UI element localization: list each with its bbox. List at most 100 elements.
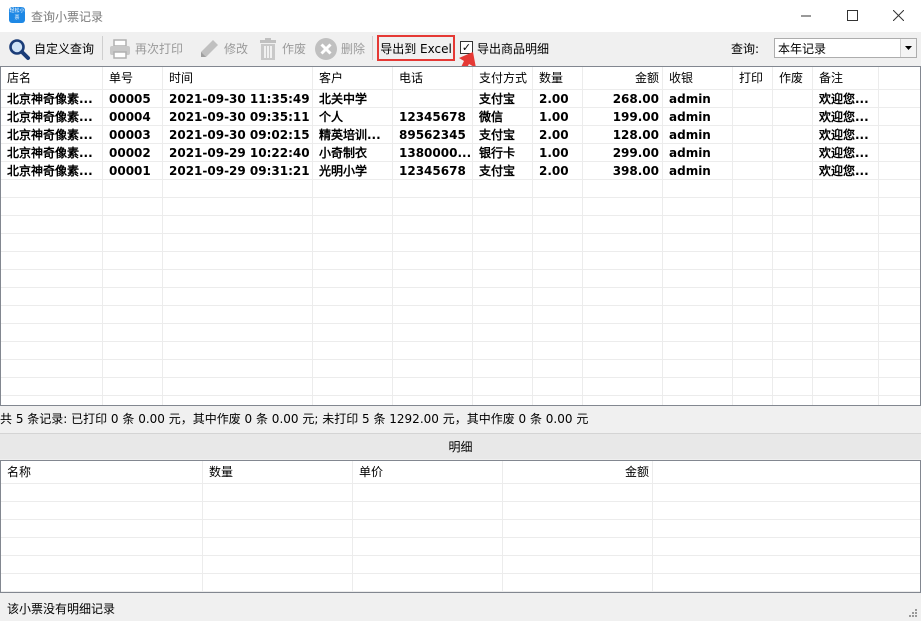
table-cell[interactable]: 00001 bbox=[103, 162, 163, 180]
table-cell[interactable]: 2.00 bbox=[533, 162, 583, 180]
table-cell[interactable]: 北京神奇像素... bbox=[1, 144, 103, 162]
dropdown-arrow-button[interactable] bbox=[900, 39, 916, 57]
column-header[interactable]: 电话 bbox=[393, 67, 473, 89]
resize-grip-icon[interactable] bbox=[906, 606, 918, 618]
table-cell[interactable]: 199.00 bbox=[583, 108, 663, 126]
table-cell[interactable]: 银行卡 bbox=[473, 144, 533, 162]
edit-label: 修改 bbox=[224, 42, 249, 56]
table-cell[interactable]: 北京神奇像素... bbox=[1, 90, 103, 108]
column-header[interactable]: 数量 bbox=[533, 67, 583, 89]
table-cell[interactable]: 光明小学 bbox=[313, 162, 393, 180]
table-cell[interactable]: 支付宝 bbox=[473, 162, 533, 180]
table-cell[interactable]: 欢迎您... bbox=[813, 126, 879, 144]
close-button[interactable] bbox=[875, 0, 921, 31]
table-cell[interactable]: admin bbox=[663, 126, 733, 144]
table-cell[interactable]: 268.00 bbox=[583, 90, 663, 108]
column-header[interactable]: 备注 bbox=[813, 67, 879, 89]
query-dropdown[interactable]: 本年记录 bbox=[774, 38, 917, 58]
column-header[interactable]: 金额 bbox=[583, 67, 663, 89]
column-header[interactable]: 打印 bbox=[733, 67, 773, 89]
table-cell[interactable] bbox=[733, 162, 773, 180]
table-cell[interactable]: 128.00 bbox=[583, 126, 663, 144]
void-button[interactable]: 作废 bbox=[257, 35, 306, 62]
table-cell[interactable] bbox=[733, 126, 773, 144]
table-cell[interactable]: 12345678 bbox=[393, 162, 473, 180]
table-cell[interactable] bbox=[733, 108, 773, 126]
table-cell[interactable]: 支付宝 bbox=[473, 90, 533, 108]
table-cell[interactable]: 2021-09-29 09:31:21 bbox=[163, 162, 313, 180]
row-divider bbox=[1, 573, 920, 574]
table-cell[interactable] bbox=[773, 162, 813, 180]
maximize-button[interactable] bbox=[829, 0, 875, 31]
table-cell[interactable]: 欢迎您... bbox=[813, 90, 879, 108]
column-header[interactable]: 单号 bbox=[103, 67, 163, 89]
toolbar-divider bbox=[372, 36, 373, 60]
row-divider bbox=[1, 555, 920, 556]
window-title: 查询小票记录 bbox=[31, 10, 104, 24]
table-cell[interactable]: 12345678 bbox=[393, 108, 473, 126]
pencil-icon bbox=[201, 39, 218, 57]
table-cell[interactable]: 1.00 bbox=[533, 144, 583, 162]
table-cell[interactable]: 299.00 bbox=[583, 144, 663, 162]
table-cell[interactable] bbox=[773, 108, 813, 126]
table-cell[interactable]: 小奇制衣 bbox=[313, 144, 393, 162]
column-header[interactable]: 单价 bbox=[353, 461, 503, 483]
table-cell[interactable]: 个人 bbox=[313, 108, 393, 126]
table-cell[interactable]: 北关中学 bbox=[313, 90, 393, 108]
query-label: 查询: bbox=[731, 42, 760, 56]
table-cell[interactable]: 2021-09-30 11:35:49 bbox=[163, 90, 313, 108]
column-header[interactable]: 收银 bbox=[663, 67, 733, 89]
receipts-table[interactable]: 店名 单号 时间 客户 电话 支付方式 数量 金额 收银 打印 作废 备注 北京神奇像素... 00005… bbox=[0, 66, 921, 406]
column-header[interactable]: 时间 bbox=[163, 67, 313, 89]
table-cell[interactable]: 支付宝 bbox=[473, 126, 533, 144]
table-cell[interactable] bbox=[773, 144, 813, 162]
table-cell[interactable]: 1380000... bbox=[393, 144, 473, 162]
table-cell[interactable]: 2021-09-30 09:35:11 bbox=[163, 108, 313, 126]
table-cell[interactable]: admin bbox=[663, 90, 733, 108]
column-header[interactable]: 支付方式 bbox=[473, 67, 533, 89]
table-cell[interactable]: admin bbox=[663, 162, 733, 180]
table-cell[interactable]: 欢迎您... bbox=[813, 162, 879, 180]
table-cell[interactable]: 北京神奇像素... bbox=[1, 162, 103, 180]
table-cell[interactable]: 89562345 bbox=[393, 126, 473, 144]
table-cell[interactable]: 398.00 bbox=[583, 162, 663, 180]
table-cell[interactable]: 2.00 bbox=[533, 126, 583, 144]
table-cell[interactable] bbox=[773, 90, 813, 108]
table-cell[interactable]: 00005 bbox=[103, 90, 163, 108]
table-cell[interactable]: 1.00 bbox=[533, 108, 583, 126]
edit-button[interactable]: 修改 bbox=[197, 35, 248, 62]
column-header[interactable]: 数量 bbox=[203, 461, 353, 483]
table-cell[interactable]: 00004 bbox=[103, 108, 163, 126]
table-cell[interactable] bbox=[733, 144, 773, 162]
minimize-button[interactable] bbox=[783, 0, 829, 31]
reprint-button[interactable]: 再次打印 bbox=[108, 35, 183, 62]
column-header[interactable]: 金额 bbox=[503, 461, 653, 483]
table-cell[interactable] bbox=[393, 90, 473, 108]
export-excel-button[interactable]: 导出到 Excel bbox=[377, 35, 455, 61]
table-cell[interactable]: admin bbox=[663, 108, 733, 126]
table-cell[interactable]: 2021-09-29 10:22:40 bbox=[163, 144, 313, 162]
table-cell[interactable]: 00003 bbox=[103, 126, 163, 144]
table-cell[interactable]: 欢迎您... bbox=[813, 144, 879, 162]
table-cell[interactable]: 欢迎您... bbox=[813, 108, 879, 126]
table-cell[interactable]: 北京神奇像素... bbox=[1, 126, 103, 144]
table-cell[interactable]: 北京神奇像素... bbox=[1, 108, 103, 126]
column-header[interactable]: 店名 bbox=[1, 67, 103, 89]
table-cell[interactable]: 2.00 bbox=[533, 90, 583, 108]
table-cell[interactable]: 2021-09-30 09:02:15 bbox=[163, 126, 313, 144]
table-cell[interactable]: admin bbox=[663, 144, 733, 162]
chevron-down-icon bbox=[905, 46, 912, 50]
table-cell[interactable] bbox=[773, 126, 813, 144]
column-header[interactable]: 名称 bbox=[1, 461, 203, 483]
table-cell[interactable]: 微信 bbox=[473, 108, 533, 126]
column-header[interactable]: 客户 bbox=[313, 67, 393, 89]
summary-text: 共 5 条记录: 已打印 0 条 0.00 元，其中作废 0 条 0.00 元;… bbox=[0, 412, 589, 426]
table-cell[interactable]: 00002 bbox=[103, 144, 163, 162]
table-cell[interactable] bbox=[733, 90, 773, 108]
delete-button[interactable]: 删除 bbox=[314, 35, 365, 62]
table-cell[interactable]: 精英培训... bbox=[313, 126, 393, 144]
detail-table[interactable]: 名称 数量 单价 金额 bbox=[0, 460, 921, 593]
custom-query-button[interactable]: 自定义查询 bbox=[7, 35, 94, 62]
status-bar: 该小票没有明细记录 bbox=[0, 594, 921, 621]
column-header[interactable]: 作废 bbox=[773, 67, 813, 89]
